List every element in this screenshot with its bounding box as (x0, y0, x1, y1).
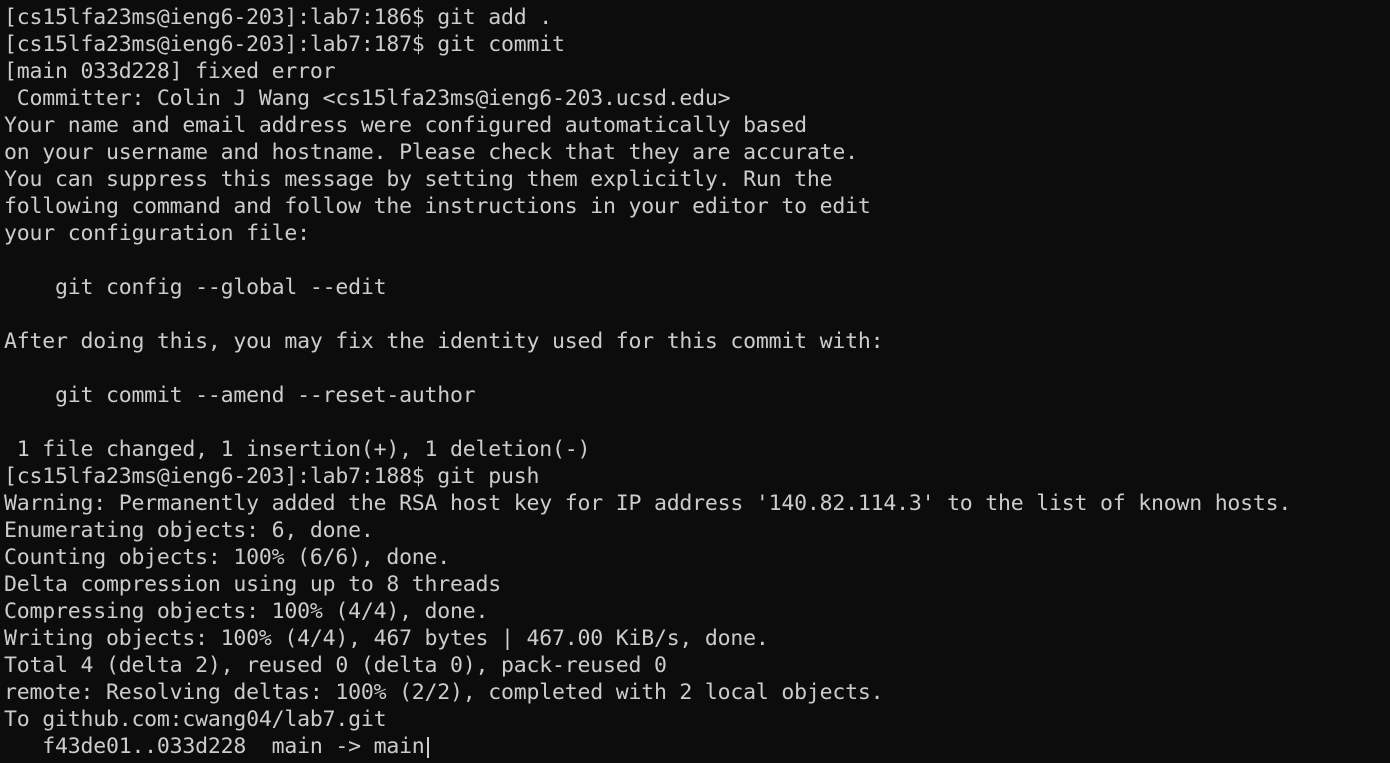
terminal-line: Committer: Colin J Wang <cs15lfa23ms@ien… (4, 86, 731, 111)
terminal-line: Warning: Permanently added the RSA host … (4, 491, 1292, 516)
terminal-line: git commit --amend --reset-author (4, 383, 476, 408)
terminal-line: your configuration file: (4, 221, 310, 246)
terminal-line: Enumerating objects: 6, done. (4, 518, 374, 543)
terminal-line: remote: Resolving deltas: 100% (2/2), co… (4, 680, 884, 705)
terminal-line: following command and follow the instruc… (4, 194, 871, 219)
terminal-line: Compressing objects: 100% (4/4), done. (4, 599, 489, 624)
terminal-line: [main 033d228] fixed error (4, 59, 336, 84)
terminal-line: To github.com:cwang04/lab7.git (4, 707, 387, 732)
terminal-line: You can suppress this message by setting… (4, 167, 833, 192)
terminal-line: Delta compression using up to 8 threads (4, 572, 502, 597)
terminal-line: [cs15lfa23ms@ieng6-203]:lab7:188$ git pu… (4, 464, 540, 489)
text-cursor (426, 736, 429, 758)
terminal-line-text: f43de01..033d228 main -> main (4, 734, 425, 759)
terminal-line: Writing objects: 100% (4/4), 467 bytes |… (4, 626, 769, 651)
terminal-line-last: f43de01..033d228 main -> main (4, 733, 1291, 760)
terminal-line: [cs15lfa23ms@ieng6-203]:lab7:187$ git co… (4, 32, 565, 57)
terminal-output: [cs15lfa23ms@ieng6-203]:lab7:186$ git ad… (4, 4, 1291, 760)
terminal-line: Total 4 (delta 2), reused 0 (delta 0), p… (4, 653, 667, 678)
terminal-line: git config --global --edit (4, 275, 387, 300)
terminal-line: Counting objects: 100% (6/6), done. (4, 545, 451, 570)
terminal-window[interactable]: [cs15lfa23ms@ieng6-203]:lab7:186$ git ad… (0, 0, 1390, 763)
terminal-line: 1 file changed, 1 insertion(+), 1 deleti… (4, 437, 591, 462)
terminal-line: on your username and hostname. Please ch… (4, 140, 858, 165)
terminal-line: Your name and email address were configu… (4, 113, 807, 138)
terminal-line: After doing this, you may fix the identi… (4, 329, 884, 354)
terminal-line: [cs15lfa23ms@ieng6-203]:lab7:186$ git ad… (4, 5, 552, 30)
